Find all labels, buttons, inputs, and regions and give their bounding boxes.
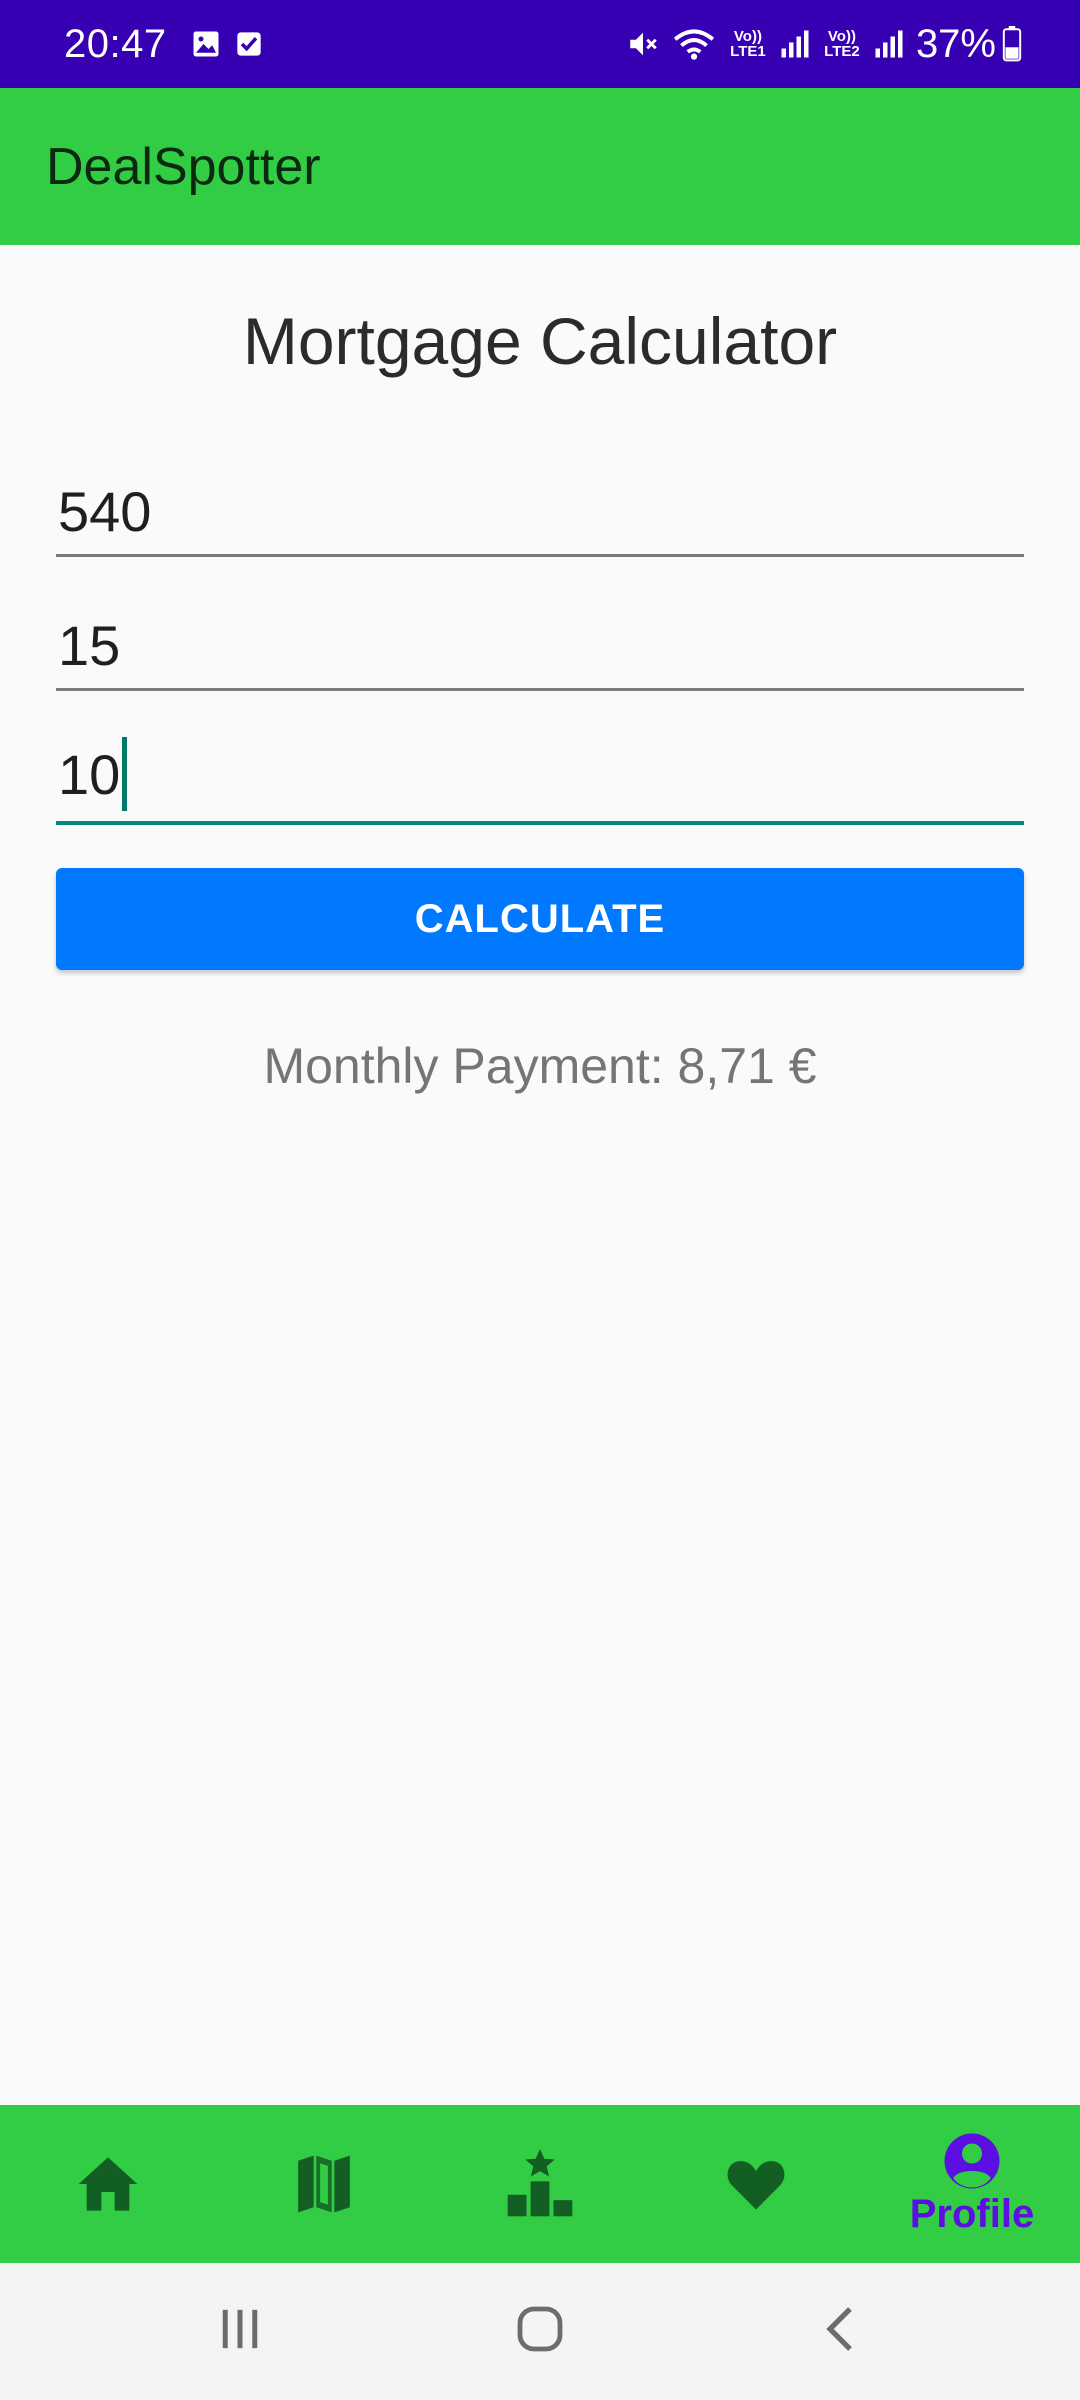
home-circle-icon [516, 2305, 564, 2358]
checkbox-icon [235, 30, 263, 58]
page-title: Mortgage Calculator [242, 304, 838, 378]
calculate-button[interactable]: CALCULATE [56, 868, 1024, 970]
loan-term-value-wrapper: 10 [58, 737, 128, 811]
mute-icon [626, 27, 660, 61]
interest-rate-field[interactable]: 15 [56, 601, 1024, 691]
profile-icon [942, 2131, 1002, 2196]
leaderboard-icon [505, 2148, 575, 2225]
status-left: 20:47 [64, 22, 277, 67]
nav-item-profile[interactable]: Profile [864, 2105, 1080, 2263]
battery-percentage: 37% [915, 21, 996, 66]
app-bar: DealSpotter [0, 88, 1080, 245]
signal-icon [780, 29, 810, 59]
sim2-volte-label: Vo)) LTE2 [824, 28, 860, 60]
nav-item-leaderboard[interactable] [432, 2105, 648, 2263]
sim1-volte-label: Vo)) LTE1 [730, 28, 766, 60]
home-button[interactable] [480, 2287, 600, 2377]
loan-amount-value: 540 [58, 480, 152, 543]
heart-icon [725, 2156, 787, 2217]
battery-icon [1002, 26, 1022, 62]
recent-apps-button[interactable] [180, 2287, 300, 2377]
loan-term-field[interactable]: 10 [56, 735, 1024, 825]
home-icon [76, 2154, 140, 2219]
nav-item-favorites[interactable] [648, 2105, 864, 2263]
wifi-icon [672, 26, 716, 62]
nav-item-map[interactable] [216, 2105, 432, 2263]
interest-rate-value: 15 [58, 614, 121, 677]
app-title: DealSpotter [46, 137, 321, 196]
nav-item-label: Profile [909, 2192, 1035, 2236]
mortgage-calculator-screen: Mortgage Calculator 540 15 10 CALCULATE … [0, 245, 1080, 2105]
back-button[interactable] [780, 2287, 900, 2377]
bottom-navigation: Profile [0, 2105, 1080, 2263]
monthly-payment-result: Monthly Payment: 8,71 € [263, 1038, 817, 1094]
status-bar: 20:47 Vo)) LTE1 Vo)) LTE2 37% [0, 0, 1080, 88]
status-right: Vo)) LTE1 Vo)) LTE2 37% [626, 22, 1022, 67]
loan-term-value: 10 [58, 742, 121, 806]
gallery-icon [191, 29, 221, 59]
nav-item-home[interactable] [0, 2105, 216, 2263]
signal-icon [874, 29, 904, 59]
map-icon [294, 2153, 354, 2220]
system-navigation-bar [0, 2263, 1080, 2400]
recent-apps-icon [217, 2307, 263, 2356]
status-time: 20:47 [64, 21, 167, 66]
loan-amount-field[interactable]: 540 [56, 467, 1024, 557]
text-cursor [122, 737, 128, 811]
back-chevron-icon [823, 2305, 857, 2358]
